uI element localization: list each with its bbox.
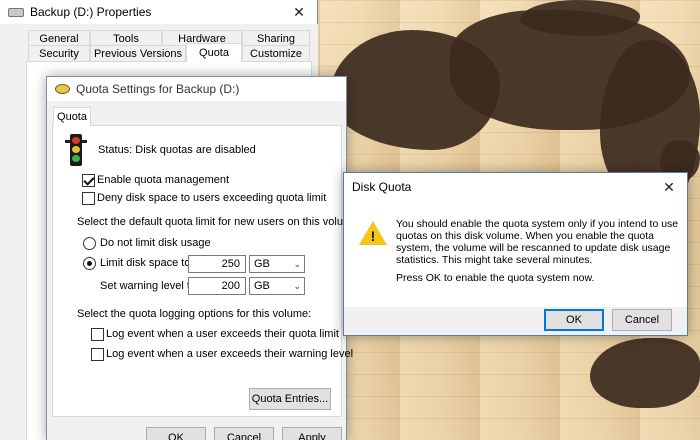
- quota-cancel-button[interactable]: Cancel: [214, 427, 274, 440]
- tab-customize[interactable]: Customize: [242, 45, 310, 62]
- warning-level-label: Set warning level to: [100, 280, 196, 292]
- logging-heading: Select the quota logging options for thi…: [77, 308, 312, 320]
- tab-previous-versions[interactable]: Previous Versions: [90, 45, 186, 62]
- quota-settings-titlebar: Quota Settings for Backup (D:): [47, 77, 346, 101]
- quota-settings-body: Quota Status: Disk quotas are disabled E…: [47, 101, 361, 440]
- limit-value-input[interactable]: 250: [188, 255, 246, 273]
- quota-settings-panel: Status: Disk quotas are disabled Enable …: [52, 125, 361, 417]
- drive-icon: [8, 7, 24, 17]
- deny-disk-checkbox[interactable]: [82, 192, 95, 205]
- wallpaper-map-shape: [590, 338, 700, 408]
- properties-title: Backup (D:) Properties: [30, 5, 152, 19]
- no-limit-label: Do not limit disk usage: [100, 237, 211, 249]
- limit-disk-radio[interactable]: [83, 257, 96, 270]
- quota-ok-button[interactable]: OK: [146, 427, 206, 440]
- disk-quota-message-line3: system, the volume will be rescanned to …: [396, 242, 671, 254]
- chevron-down-icon: ⌄: [293, 281, 301, 291]
- disk-quota-message-line1: You should enable the quota system only …: [396, 218, 679, 230]
- deny-disk-label: Deny disk space to users exceeding quota…: [97, 192, 327, 204]
- limit-disk-label: Limit disk space to: [100, 257, 191, 269]
- disk-quota-titlebar: Disk Quota ✕: [344, 173, 687, 201]
- no-limit-radio[interactable]: [83, 237, 96, 250]
- enable-quota-label: Enable quota management: [97, 174, 230, 186]
- disk-quota-title: Disk Quota: [352, 180, 412, 194]
- disk-quota-message-line5: Press OK to enable the quota system now.: [396, 272, 595, 284]
- disk-quota-ok-button[interactable]: OK: [544, 309, 604, 331]
- properties-titlebar: Backup (D:) Properties ✕: [0, 0, 317, 24]
- tab-quota-settings[interactable]: Quota: [53, 107, 91, 126]
- quota-apply-button[interactable]: Apply: [282, 427, 342, 440]
- quota-drive-icon: [55, 84, 70, 94]
- properties-close-button[interactable]: ✕: [281, 0, 317, 24]
- log-warning-checkbox[interactable]: [91, 348, 104, 361]
- enable-quota-checkbox[interactable]: [82, 174, 95, 187]
- warning-unit-value: GB: [254, 280, 270, 292]
- disk-quota-close-button[interactable]: ✕: [651, 173, 687, 201]
- warning-unit-select[interactable]: GB ⌄: [249, 277, 305, 295]
- warning-value-input[interactable]: 200: [188, 277, 246, 295]
- disk-quota-cancel-button[interactable]: Cancel: [612, 309, 672, 331]
- limit-unit-value: GB: [254, 258, 270, 270]
- log-limit-checkbox[interactable]: [91, 328, 104, 341]
- log-limit-label: Log event when a user exceeds their quot…: [106, 328, 339, 340]
- traffic-light-icon: [65, 134, 87, 166]
- quota-settings-window: Quota Settings for Backup (D:) Quota Sta…: [46, 76, 361, 440]
- tab-quota[interactable]: Quota: [186, 43, 242, 62]
- quota-settings-title: Quota Settings for Backup (D:): [76, 82, 240, 96]
- default-limit-heading: Select the default quota limit for new u…: [77, 216, 362, 228]
- tab-security[interactable]: Security: [28, 45, 90, 62]
- disk-quota-message-line4: statistics. This might take several minu…: [396, 254, 593, 266]
- log-warning-label: Log event when a user exceeds their warn…: [106, 348, 354, 360]
- disk-quota-dialog: Disk Quota ✕ ! You should enable the quo…: [343, 172, 688, 336]
- chevron-down-icon: ⌄: [293, 259, 301, 269]
- warning-icon-mark: !: [370, 228, 376, 244]
- wallpaper-map-shape: [520, 0, 640, 36]
- disk-quota-message-line2: quotas on this disk volume. When you ena…: [396, 230, 654, 242]
- quota-status: Status: Disk quotas are disabled: [98, 144, 256, 156]
- limit-unit-select[interactable]: GB ⌄: [249, 255, 305, 273]
- disk-quota-body: ! You should enable the quota system onl…: [344, 201, 687, 307]
- quota-entries-button[interactable]: Quota Entries...: [249, 388, 331, 410]
